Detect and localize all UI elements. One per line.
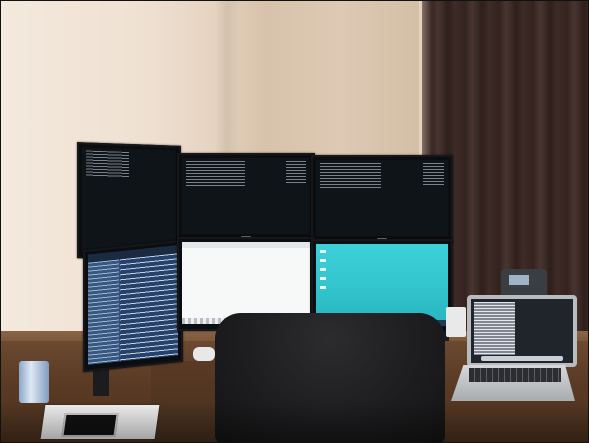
monitor-top-right <box>311 155 453 243</box>
laptop-keyboard <box>469 368 561 382</box>
photo-frame <box>0 0 589 443</box>
terminal-text <box>186 161 245 187</box>
monitor-top-center <box>177 153 315 241</box>
laptop <box>467 295 577 367</box>
ide-screen <box>88 245 178 365</box>
window-titlebar <box>182 242 310 248</box>
mouse <box>193 347 215 361</box>
terminal-text <box>86 150 130 179</box>
monitor-bottom-left <box>83 239 183 373</box>
mug <box>19 361 49 403</box>
desktop-icons <box>320 250 326 290</box>
terminal-screen <box>82 147 176 255</box>
router <box>446 307 466 337</box>
ide-editor <box>120 253 178 362</box>
floor-shadow <box>1 401 588 442</box>
terminal-screen <box>182 158 310 234</box>
ide-file-tree <box>88 259 119 365</box>
document-window <box>182 242 310 324</box>
laptop-dock <box>481 356 563 361</box>
terminal-screen <box>316 160 448 236</box>
terminal-columns <box>422 163 444 185</box>
laptop-document <box>474 302 515 355</box>
laptop-screen <box>471 299 573 363</box>
terminal-columns <box>285 161 306 183</box>
phone-display <box>509 275 529 285</box>
terminal-text <box>320 163 381 189</box>
